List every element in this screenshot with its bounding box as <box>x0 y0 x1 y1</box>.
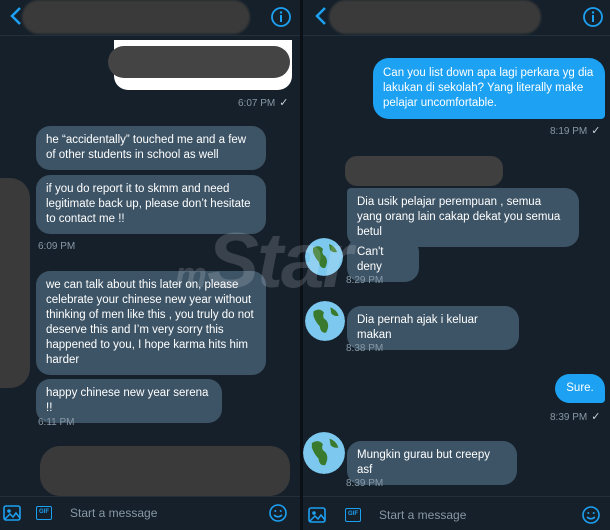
redacted-avatar-strip <box>0 178 30 388</box>
globe-avatar[interactable] <box>303 432 345 474</box>
redacted-message <box>345 156 503 186</box>
message-composer: GIF Start a message <box>303 496 610 530</box>
conversation-header <box>0 0 300 36</box>
message-input[interactable]: Start a message <box>70 506 157 520</box>
emoji-icon[interactable] <box>581 505 601 525</box>
timestamp: 8:29 PM <box>346 275 384 286</box>
timestamp: 8:38 PM <box>346 343 384 354</box>
sent-message: Sure. <box>555 374 605 403</box>
gif-icon[interactable]: GIF <box>36 506 52 520</box>
redacted-contact-name <box>22 0 250 34</box>
received-message: if you do report it to skmm and need leg… <box>36 175 266 234</box>
chevron-left-icon[interactable] <box>311 4 331 28</box>
image-icon[interactable] <box>307 505 327 525</box>
redacted-image-overlay <box>108 46 290 78</box>
gif-icon[interactable]: GIF <box>345 508 361 522</box>
info-icon[interactable] <box>270 6 292 28</box>
globe-avatar[interactable] <box>305 238 343 276</box>
redacted-message <box>40 446 290 496</box>
timestamp: 6:11 PM <box>38 417 75 428</box>
timestamp: 8:19 PM ✓ <box>550 125 601 137</box>
timestamp: 8:39 PM <box>346 478 384 489</box>
redacted-contact-name <box>329 0 541 34</box>
timestamp: 6:07 PM ✓ <box>238 97 289 109</box>
conversation-header <box>303 0 610 36</box>
received-message: we can talk about this later on, please … <box>36 271 266 375</box>
left-conversation-panel: 6:07 PM ✓ he “accidentally” touched me an… <box>0 0 300 530</box>
timestamp: 8:39 PM ✓ <box>550 411 601 423</box>
globe-avatar[interactable] <box>305 301 345 341</box>
emoji-icon[interactable] <box>268 503 288 523</box>
timestamp: 6:09 PM <box>38 241 76 252</box>
message-input[interactable]: Start a message <box>379 508 466 522</box>
info-icon[interactable] <box>582 6 604 28</box>
sent-message: Can you list down apa lagi perkara yg di… <box>373 58 605 119</box>
image-icon[interactable] <box>2 503 22 523</box>
received-message: he “accidentally” touched me and a few o… <box>36 126 266 170</box>
right-conversation-panel: Can you list down apa lagi perkara yg di… <box>303 0 610 530</box>
message-composer: GIF Start a message <box>0 496 300 530</box>
